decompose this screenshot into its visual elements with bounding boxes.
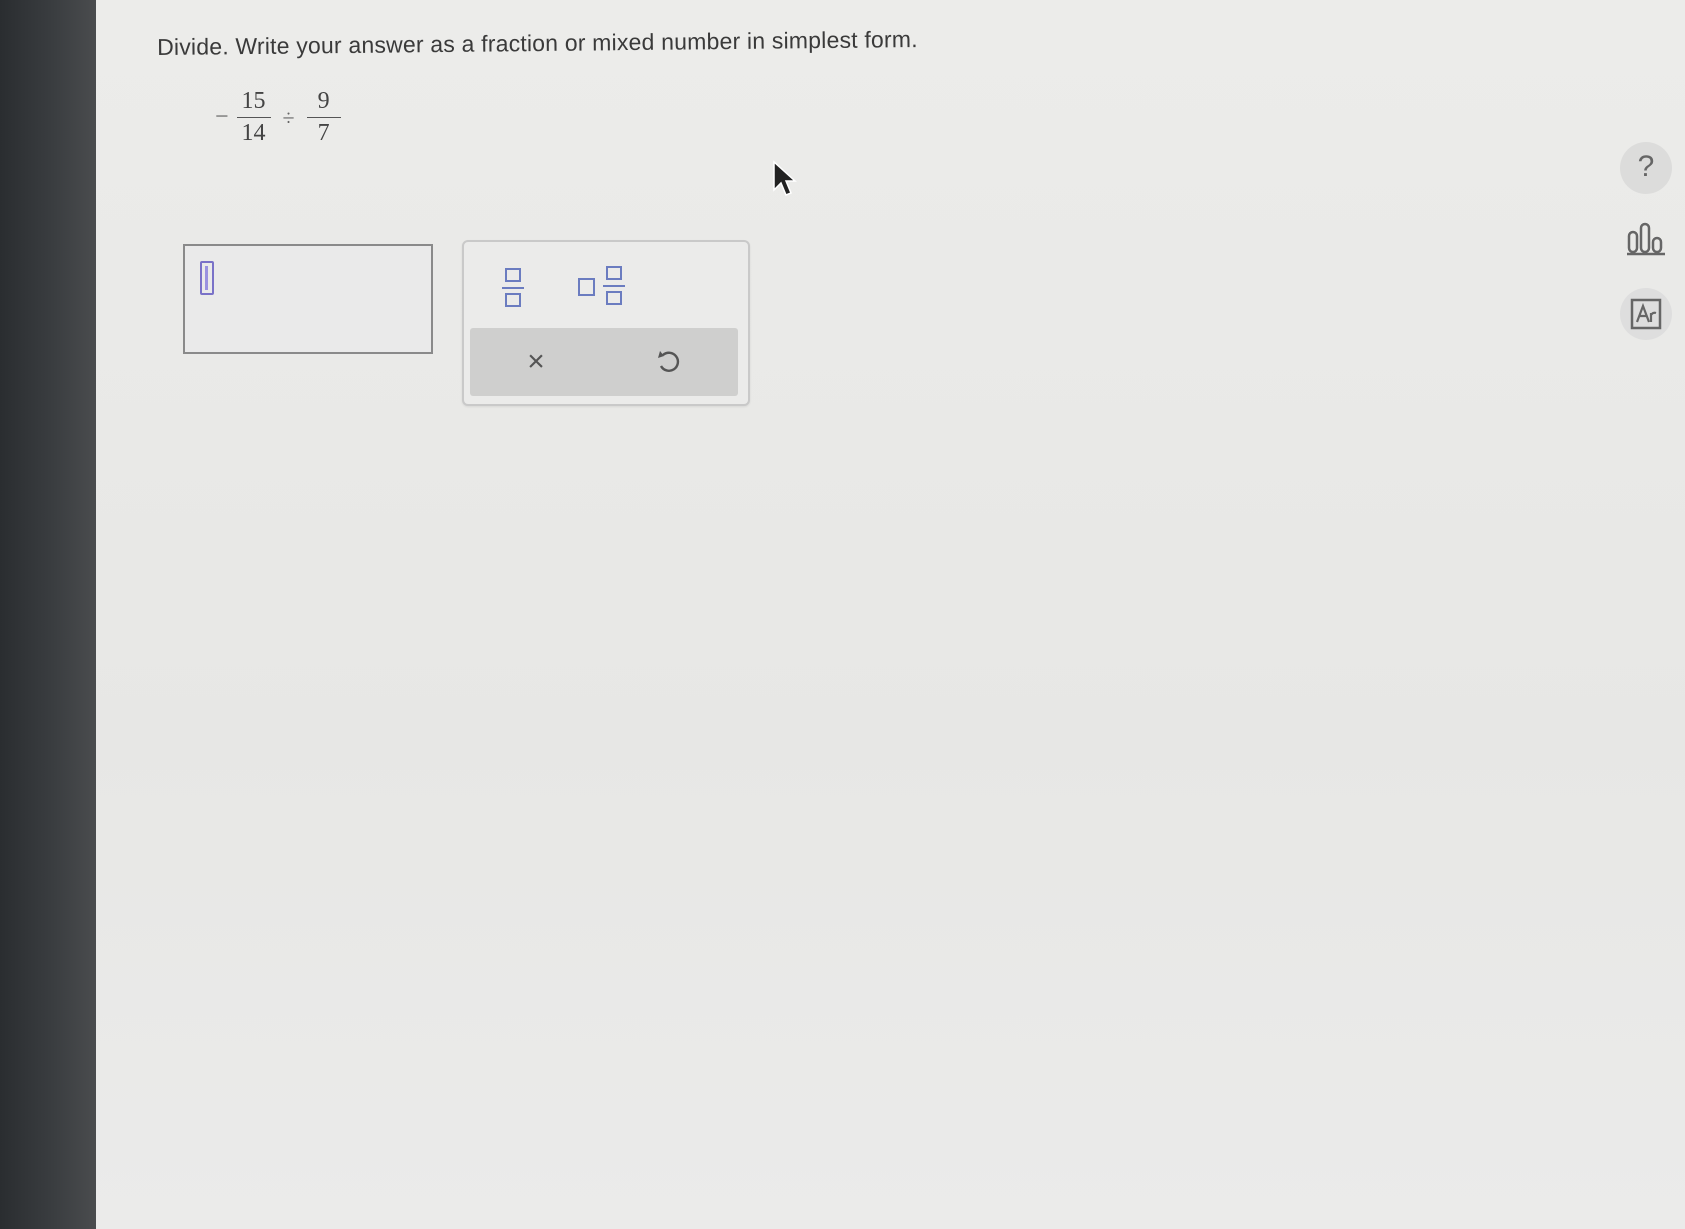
fraction-2-denominator: 7 xyxy=(317,120,330,146)
fraction-template-button[interactable] xyxy=(498,266,528,310)
division-operator: ÷ xyxy=(282,104,295,130)
fraction-2-numerator: 9 xyxy=(306,88,341,118)
bar-chart-icon xyxy=(1627,222,1665,256)
fraction-1-numerator: 15 xyxy=(236,88,271,118)
text-reader-button[interactable] xyxy=(1620,288,1672,340)
help-icon: ? xyxy=(1637,150,1655,183)
answer-input[interactable] xyxy=(183,244,433,354)
problem-expression: − 15 14 ÷ 9 7 xyxy=(215,88,341,147)
undo-icon xyxy=(658,351,680,372)
math-toolbox: × xyxy=(462,240,750,406)
fraction-1: 15 14 xyxy=(236,88,271,147)
undo-button[interactable] xyxy=(652,346,684,378)
input-caret-icon xyxy=(200,261,214,295)
clear-button[interactable]: × xyxy=(520,346,552,378)
mouse-pointer-icon xyxy=(773,160,797,196)
mixed-number-template-button[interactable] xyxy=(576,264,632,310)
fraction-1-denominator: 14 xyxy=(241,120,266,146)
negative-sign: − xyxy=(215,104,229,130)
toolbox-actions: × xyxy=(470,328,738,396)
fraction-2: 9 7 xyxy=(306,88,341,147)
page-background xyxy=(96,0,1685,1229)
stats-button[interactable] xyxy=(1620,214,1672,266)
text-reader-icon xyxy=(1630,298,1662,330)
help-button[interactable]: ? xyxy=(1620,142,1672,194)
screen-bezel xyxy=(0,0,96,1229)
